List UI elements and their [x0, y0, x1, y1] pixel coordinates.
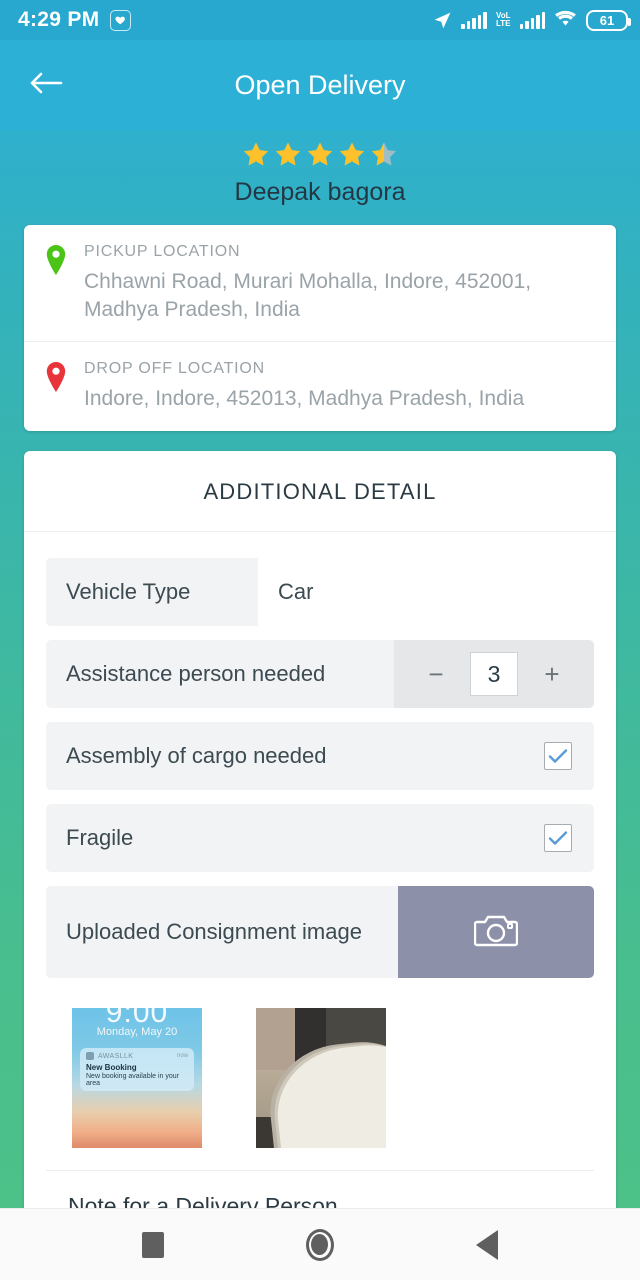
- uploaded-consignment-label: Uploaded Consignment image: [66, 919, 362, 945]
- star-icon-2: [273, 140, 303, 169]
- camera-icon: [473, 911, 519, 954]
- driver-name: Deepak bagora: [234, 178, 406, 206]
- note-section-title: Note for a Delivery Person: [68, 1193, 338, 1208]
- vehicle-type-row: Vehicle Type Car: [46, 558, 594, 627]
- scroll-content[interactable]: Deepak bagora PICKUP LOCATION Chhawni Ro…: [0, 130, 640, 1208]
- assembly-cargo-label: Assembly of cargo needed: [66, 743, 327, 769]
- consignment-photo: [256, 1008, 386, 1149]
- fragile-checkbox-wrap: [544, 804, 594, 872]
- status-bar: 4:29 PM VoL LTE 61: [0, 0, 640, 40]
- stepper-increment-button[interactable]: +: [534, 661, 570, 687]
- star-rating: [0, 138, 640, 170]
- notification-title: New Booking: [86, 1063, 137, 1073]
- back-nav-button[interactable]: [451, 1209, 523, 1281]
- battery-level-text: 61: [599, 12, 615, 28]
- notification-app-name: AWASLLK: [98, 1052, 134, 1060]
- star-icon-1: [241, 140, 271, 169]
- status-bar-icons: VoL LTE 61: [433, 8, 631, 32]
- page-title: Open Delivery: [234, 69, 406, 100]
- stepper-decrement-button[interactable]: −: [418, 661, 454, 687]
- vehicle-type-label: Vehicle Type: [66, 579, 191, 605]
- note-section: Note for a Delivery Person: [46, 1170, 594, 1208]
- uploaded-images-list: 9:00 Monday, May 20 AWASLLK now New Book…: [46, 992, 594, 1149]
- assembly-cargo-row: Assembly of cargo needed: [46, 722, 594, 791]
- signal-bars-icon: [461, 11, 487, 29]
- camera-button[interactable]: [398, 886, 594, 979]
- quantity-stepper: − 3 +: [394, 640, 594, 709]
- star-icon-4: [337, 140, 367, 169]
- home-circle-icon: [305, 1228, 334, 1261]
- lockscreen-screenshot: 9:00 Monday, May 20 AWASLLK now New Book…: [72, 1008, 202, 1149]
- dropoff-location-row[interactable]: DROP OFF LOCATION Indore, Indore, 452013…: [24, 341, 616, 431]
- app-bar: Open Delivery: [0, 40, 640, 130]
- status-bar-time: 4:29 PM: [18, 8, 100, 31]
- uploaded-image-thumbnail-1[interactable]: 9:00 Monday, May 20 AWASLLK now New Book…: [72, 1008, 202, 1149]
- uploaded-image-thumbnail-2[interactable]: [256, 1008, 386, 1149]
- notification-time: now: [176, 1053, 188, 1060]
- pickup-location-row[interactable]: PICKUP LOCATION Chhawni Road, Murari Moh…: [24, 225, 616, 341]
- checkmark-icon: [548, 748, 568, 764]
- stepper-value[interactable]: 3: [470, 652, 518, 697]
- map-pin-icon-dropoff: [44, 360, 70, 413]
- assistance-person-label: Assistance person needed: [66, 661, 326, 687]
- dropoff-location-text: DROP OFF LOCATION Indore, Indore, 452013…: [84, 360, 596, 413]
- recents-square-icon: [142, 1231, 165, 1258]
- android-nav-bar: [0, 1208, 640, 1280]
- pickup-location-text: PICKUP LOCATION Chhawni Road, Murari Moh…: [84, 243, 596, 323]
- assembly-cargo-checkbox[interactable]: [544, 742, 572, 771]
- notification-body: New booking available in your area: [86, 1073, 179, 1088]
- assistance-person-row: Assistance person needed − 3 +: [46, 640, 594, 709]
- back-button[interactable]: [14, 53, 78, 117]
- signal-bars-icon-2: [519, 11, 545, 29]
- notification-header: AWASLLK now: [86, 1052, 188, 1061]
- back-triangle-icon: [475, 1229, 498, 1260]
- assembly-cargo-checkbox-wrap: [544, 722, 594, 790]
- fragile-checkbox[interactable]: [544, 824, 572, 853]
- driver-rating-block: Deepak bagora: [0, 130, 640, 207]
- wifi-icon: [554, 8, 577, 32]
- additional-detail-header: ADDITIONAL DETAIL: [24, 451, 616, 533]
- location-card: PICKUP LOCATION Chhawni Road, Murari Moh…: [24, 225, 616, 432]
- photo-wall-left: [256, 1008, 301, 1076]
- dropoff-location-value: Indore, Indore, 452013, Madhya Pradesh, …: [84, 387, 525, 411]
- notification-app-icon: [110, 9, 132, 31]
- additional-detail-card: ADDITIONAL DETAIL Vehicle Type Car Assis…: [24, 451, 616, 1208]
- lockscreen-notification: AWASLLK now New Booking New booking avai…: [80, 1048, 194, 1092]
- app-badge-icon: [86, 1052, 94, 1061]
- phone-screen: 4:29 PM VoL LTE 61 Open Delivery Deepak …: [0, 0, 640, 1280]
- star-icon-3: [305, 140, 335, 169]
- additional-detail-body: Vehicle Type Car Assistance person neede…: [24, 532, 616, 1208]
- pickup-location-value: Chhawni Road, Murari Mohalla, Indore, 45…: [84, 270, 532, 321]
- vehicle-type-value: Car: [258, 558, 594, 627]
- star-icon-5-half: [369, 140, 399, 169]
- recents-button[interactable]: [117, 1209, 189, 1281]
- navigation-arrow-icon: [433, 11, 452, 30]
- battery-indicator: 61: [586, 9, 631, 31]
- map-pin-icon-pickup: [44, 243, 70, 323]
- checkmark-icon: [548, 830, 568, 846]
- back-arrow-icon: [29, 70, 63, 101]
- volte-icon: VoL LTE: [495, 11, 511, 28]
- dropoff-location-label: DROP OFF LOCATION: [84, 360, 266, 378]
- lockscreen-date: Monday, May 20: [96, 1026, 178, 1039]
- home-button[interactable]: [284, 1209, 356, 1281]
- pickup-location-label: PICKUP LOCATION: [84, 243, 241, 260]
- fragile-label: Fragile: [66, 825, 134, 851]
- uploaded-consignment-row: Uploaded Consignment image: [46, 886, 594, 979]
- fragile-row: Fragile: [46, 804, 594, 873]
